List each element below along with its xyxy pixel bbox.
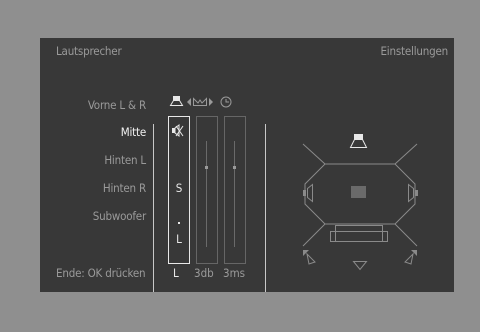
left-divider xyxy=(153,124,154,292)
front-left-speaker-icon xyxy=(303,183,313,203)
position-marker-icon xyxy=(178,222,180,224)
delay-value: 3ms xyxy=(223,266,246,280)
menu-item-rear-left[interactable]: Hinten L xyxy=(104,153,146,167)
menu-item-center[interactable]: Mitte xyxy=(121,125,146,139)
level-value: 3db xyxy=(194,266,214,280)
front-right-speaker-icon xyxy=(408,183,418,203)
screen-title: Lautsprecher xyxy=(56,44,122,58)
rear-right-speaker-icon xyxy=(404,250,417,265)
sofa-icon xyxy=(330,225,388,242)
level-slider[interactable] xyxy=(196,116,218,264)
listener-position xyxy=(351,186,366,198)
level-arrows-icon xyxy=(187,97,213,106)
speaker-mute-icon xyxy=(172,124,184,137)
speaker-layout-diagram xyxy=(302,134,418,271)
speaker-settings-screen: Lautsprecher Einstellungen Vorne L & R M… xyxy=(40,38,454,292)
speaker-icon xyxy=(169,96,184,106)
size-position-column[interactable]: S L xyxy=(168,116,190,264)
menu-item-front-lr[interactable]: Vorne L & R xyxy=(88,98,146,112)
delay-clock-icon xyxy=(220,96,232,108)
delay-slider[interactable] xyxy=(224,116,246,264)
delay-slider-handle[interactable] xyxy=(233,166,236,169)
position-label: L xyxy=(176,232,182,246)
level-slider-handle[interactable] xyxy=(205,166,208,169)
exit-hint: Ende: OK drücken xyxy=(56,266,146,280)
size-label: S xyxy=(175,181,183,195)
position-value: L xyxy=(173,266,179,280)
menu-item-rear-right[interactable]: Hinten R xyxy=(103,181,146,195)
rear-left-speaker-icon xyxy=(303,250,316,265)
subwoofer-icon xyxy=(352,261,368,271)
center-speaker-icon xyxy=(349,134,368,148)
menu-item-subwoofer[interactable]: Subwoofer xyxy=(93,209,146,223)
column-header-icons xyxy=(169,96,232,108)
settings-title: Einstellungen xyxy=(380,44,448,58)
right-divider xyxy=(265,124,266,292)
